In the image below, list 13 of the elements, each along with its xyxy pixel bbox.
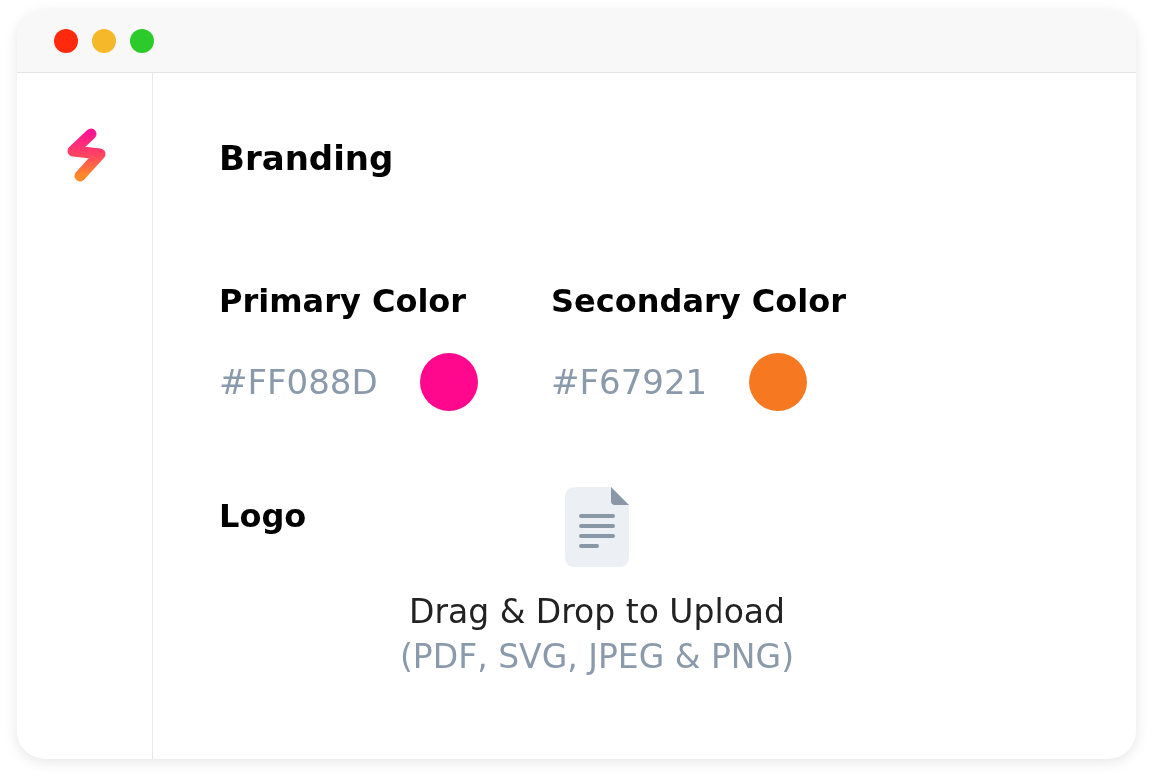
color-swatch-icon[interactable] [419,353,478,411]
upload-prompt: Drag & Drop to Upload [409,592,785,632]
hex-value: #F67921 [551,362,708,402]
hex-value: #FF088D [219,362,378,402]
maximize-icon[interactable] [130,29,154,53]
document-icon [565,487,629,567]
page-title: Branding [219,138,395,178]
color-label: Primary Color [219,281,468,321]
logo-label: Logo [219,496,308,536]
close-icon[interactable] [54,29,78,53]
file-formats: (PDF, SVG, JPEG & PNG) [400,637,794,677]
color-label: Secondary Color [551,281,847,321]
color-swatch-icon[interactable] [749,353,808,411]
